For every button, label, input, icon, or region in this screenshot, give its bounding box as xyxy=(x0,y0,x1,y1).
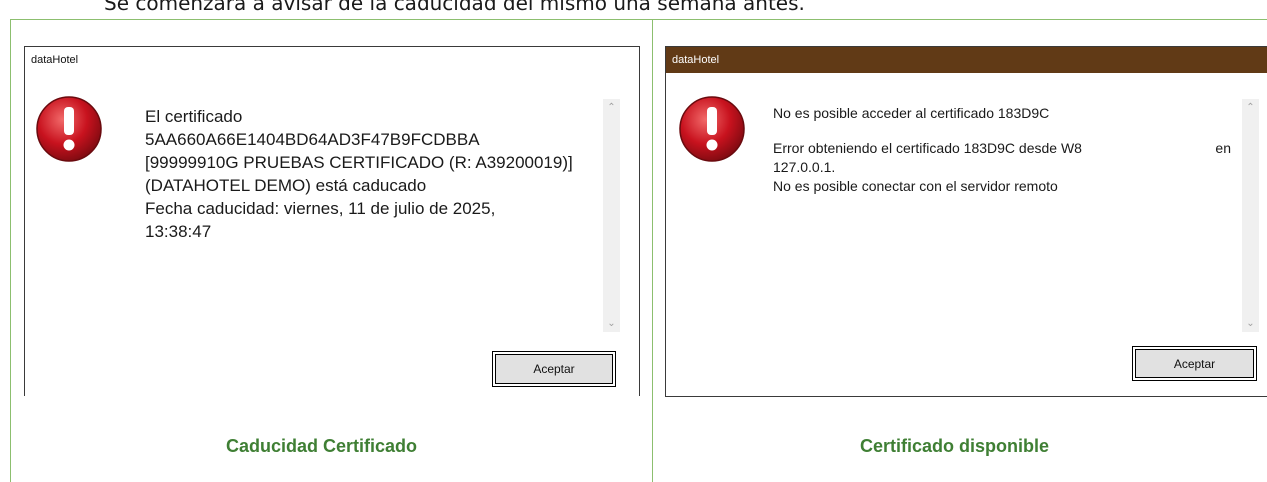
table-border-left xyxy=(10,19,11,482)
dialog-message: El certificado 5AA660A66E1404BD64AD3F47B… xyxy=(145,105,615,243)
accept-button[interactable]: Aceptar xyxy=(492,351,616,387)
message-line: 127.0.0.1. xyxy=(773,159,836,175)
caption-expired: Caducidad Certificado xyxy=(226,436,418,456)
caption-available: Certificado disponible xyxy=(860,436,1050,456)
message-error-text: Error obteniendo el certificado 183D9C d… xyxy=(773,140,1082,156)
vertical-scrollbar[interactable]: ⌃ ⌄ xyxy=(603,99,620,332)
message-error-line: Error obteniendo el certificado 183D9C d… xyxy=(773,139,1231,158)
table-border-middle xyxy=(652,19,653,482)
message-error-suffix: en xyxy=(1215,140,1231,156)
dialog-message: No es posible acceder al certificado 183… xyxy=(773,104,1243,196)
message-line: Fecha caducidad: viernes, 11 de julio de… xyxy=(145,199,496,218)
dialog-certificate-unavailable: dataHotel No es posible acceder al certi… xyxy=(665,46,1267,397)
dialog-certificate-expired: dataHotel El certificado 5AA660A66E1404B… xyxy=(24,46,640,396)
message-line: 5AA660A66E1404BD64AD3F47B9FCDBBA xyxy=(145,130,480,149)
message-line: 13:38:47 xyxy=(145,222,212,241)
scroll-down-arrow-icon[interactable]: ⌄ xyxy=(603,315,620,332)
dialog-title: dataHotel xyxy=(31,54,79,66)
message-line: (DATAHOTEL DEMO) está caducado xyxy=(145,176,427,195)
vertical-scrollbar[interactable]: ⌃ ⌄ xyxy=(1242,99,1259,332)
error-icon xyxy=(36,96,102,162)
scroll-up-arrow-icon[interactable]: ⌃ xyxy=(1242,99,1259,116)
accept-button[interactable]: Aceptar xyxy=(1132,346,1257,381)
dialog-title: dataHotel xyxy=(672,54,720,66)
dialog-titlebar: dataHotel xyxy=(666,47,1267,73)
message-line: [99999910G PRUEBAS CERTIFICADO (R: A3920… xyxy=(145,153,573,172)
scroll-up-arrow-icon[interactable]: ⌃ xyxy=(603,99,620,116)
message-line: No es posible acceder al certificado 183… xyxy=(773,105,1050,121)
message-gap xyxy=(773,123,1243,139)
message-line: No es posible conectar con el servidor r… xyxy=(773,178,1058,194)
intro-text: Se comenzará a avisar de la caducidad de… xyxy=(104,0,805,15)
message-line: El certificado xyxy=(145,107,243,126)
scroll-down-arrow-icon[interactable]: ⌄ xyxy=(1242,315,1259,332)
dialog-titlebar: dataHotel xyxy=(25,47,639,73)
error-icon xyxy=(679,96,745,162)
table-border-top xyxy=(10,19,1267,20)
